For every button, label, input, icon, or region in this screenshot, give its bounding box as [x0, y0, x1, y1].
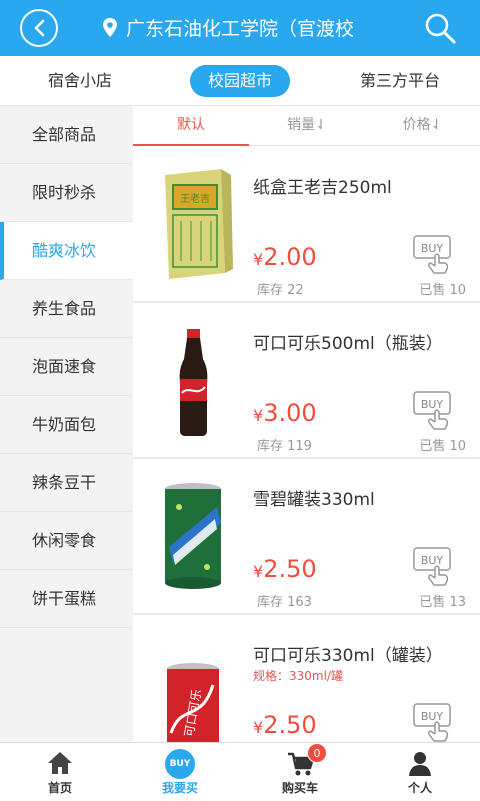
currency-symbol: ¥ [253, 562, 264, 581]
product-list: 王老吉 纸盒王老吉250ml ¥2.00 库存 22 已售 10 BUY 可口可… [133, 147, 480, 742]
bottom-nav: 首页 BUY 我要买 0 购买车 个人 [0, 742, 480, 800]
search-icon [425, 13, 456, 44]
product-name: 可口可乐330ml（罐装） [253, 646, 443, 666]
nav-profile-label: 个人 [407, 781, 432, 795]
back-arrow-icon [34, 19, 45, 37]
currency-symbol: ¥ [253, 718, 264, 737]
user-icon [409, 752, 431, 776]
svg-text:BUY: BUY [421, 710, 444, 723]
cart-count-badge: 0 [307, 743, 327, 763]
currency-symbol: ¥ [253, 406, 264, 425]
nav-buy-label: 我要买 [161, 781, 198, 795]
tab-dorm-store[interactable]: 宿舍小店 [30, 65, 130, 97]
product-price: ¥2.50 [253, 555, 317, 583]
price-value: 2.50 [263, 555, 317, 583]
product-image: 王老吉 [165, 169, 233, 279]
sort-by-price[interactable]: 价格⇃ [365, 106, 480, 146]
price-value: 2.00 [263, 243, 317, 271]
home-icon [48, 752, 72, 774]
buy-icon[interactable]: BUY [411, 545, 455, 587]
sidebar-item-instant-noodles[interactable]: 泡面速食 [0, 338, 133, 396]
list-item[interactable]: 可口可乐500ml（瓶装） ¥3.00 库存 119 已售 10 BUY [133, 303, 480, 459]
buy-icon[interactable]: BUY [411, 233, 455, 275]
tab-third-party[interactable]: 第三方平台 [345, 65, 455, 97]
store-type-tabs: 宿舍小店 校园超市 第三方平台 [0, 56, 480, 106]
currency-symbol: ¥ [253, 250, 264, 269]
product-price: ¥3.00 [253, 399, 317, 427]
nav-home[interactable]: 首页 [0, 743, 120, 801]
stock-count: 库存 163 [257, 595, 312, 610]
sidebar-item-leisure-snacks[interactable]: 休闲零食 [0, 512, 133, 570]
svg-text:BUY: BUY [421, 242, 444, 255]
sidebar-item-all[interactable]: 全部商品 [0, 106, 133, 164]
buy-nav-icon: BUY [165, 749, 195, 779]
product-name: 雪碧罐装330ml [253, 490, 375, 510]
price-value: 2.50 [263, 711, 317, 739]
stock-count: 库存 119 [257, 439, 312, 454]
product-image: 可口可乐 [167, 663, 219, 742]
product-name: 可口可乐500ml（瓶装） [253, 334, 443, 354]
svg-text:BUY: BUY [421, 398, 444, 411]
nav-cart-label: 购买车 [281, 781, 318, 795]
list-item[interactable]: 雪碧罐装330ml ¥2.50 库存 163 已售 13 BUY [133, 459, 480, 615]
sidebar-item-spicy-snacks[interactable]: 辣条豆干 [0, 454, 133, 512]
price-value: 3.00 [263, 399, 317, 427]
product-spec: 规格：330ml/罐 [253, 669, 343, 683]
nav-buy[interactable]: BUY 我要买 [120, 743, 240, 801]
search-button[interactable] [422, 10, 458, 46]
list-item[interactable]: 王老吉 纸盒王老吉250ml ¥2.00 库存 22 已售 10 BUY [133, 147, 480, 303]
product-price: ¥2.00 [253, 243, 317, 271]
tab-campus-supermarket[interactable]: 校园超市 [190, 65, 290, 97]
page-title[interactable]: 广东石油化工学院（官渡校 [126, 14, 406, 41]
product-price: ¥2.50 [253, 711, 317, 739]
category-sidebar: 全部商品 限时秒杀 酷爽冰饮 养生食品 泡面速食 牛奶面包 辣条豆干 休闲零食 … [0, 106, 133, 742]
buy-icon[interactable]: BUY [411, 389, 455, 431]
sidebar-item-milk-bread[interactable]: 牛奶面包 [0, 396, 133, 454]
product-image [165, 483, 221, 589]
sort-default[interactable]: 默认 [133, 106, 249, 146]
list-item[interactable]: 可口可乐 可口可乐330ml（罐装） 规格：330ml/罐 ¥2.50 BUY [133, 615, 480, 742]
back-button[interactable] [20, 9, 58, 47]
sold-count: 已售 10 [419, 283, 466, 298]
sort-bar: 默认 销量⇃ 价格⇃ [133, 106, 480, 146]
sold-count: 已售 10 [419, 439, 466, 454]
sidebar-item-flash-sale[interactable]: 限时秒杀 [0, 164, 133, 222]
stock-count: 库存 22 [257, 283, 304, 298]
nav-cart[interactable]: 0 购买车 [240, 743, 360, 801]
sidebar-item-biscuits-cakes[interactable]: 饼干蛋糕 [0, 570, 133, 628]
buy-icon[interactable]: BUY [411, 701, 455, 742]
svg-text:BUY: BUY [421, 554, 444, 567]
svg-text:王老吉: 王老吉 [180, 192, 210, 205]
sidebar-item-cold-drinks[interactable]: 酷爽冰饮 [0, 222, 133, 280]
sort-by-sales[interactable]: 销量⇃ [249, 106, 365, 146]
sold-count: 已售 13 [419, 595, 466, 610]
app-header: 广东石油化工学院（官渡校 [0, 0, 480, 56]
location-pin-icon [103, 18, 117, 37]
sidebar-item-health-food[interactable]: 养生食品 [0, 280, 133, 338]
nav-profile[interactable]: 个人 [360, 743, 480, 801]
nav-home-label: 首页 [47, 781, 72, 795]
product-image [179, 329, 208, 436]
product-name: 纸盒王老吉250ml [253, 178, 392, 198]
